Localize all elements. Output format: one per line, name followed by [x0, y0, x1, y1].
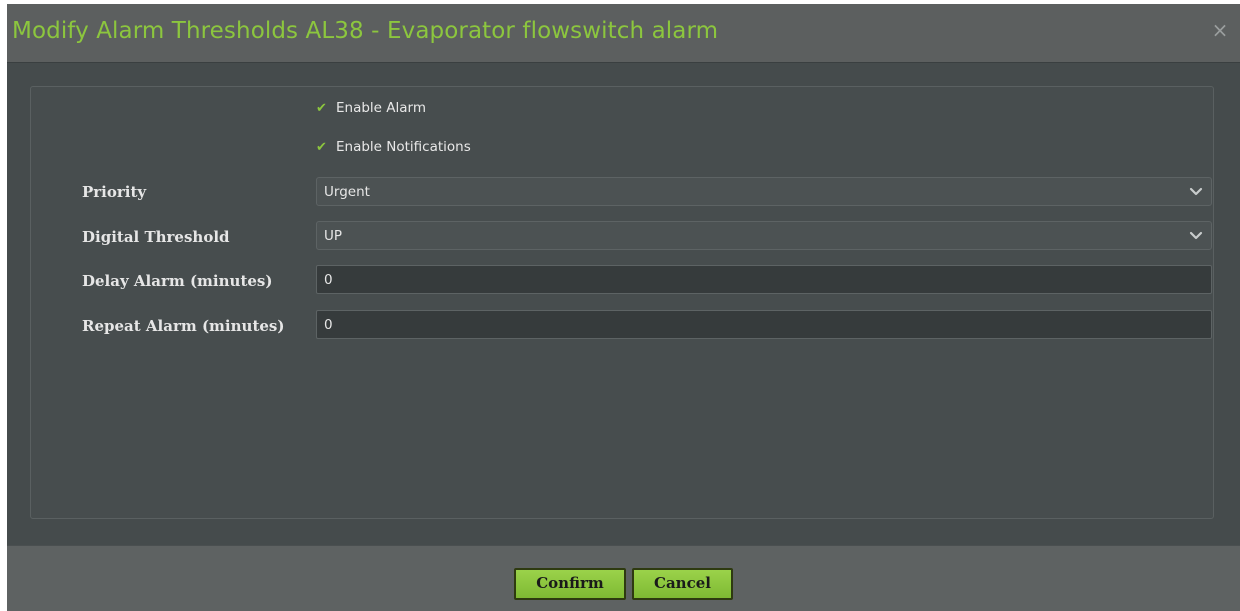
enable-alarm-label: Enable Alarm [336, 100, 426, 116]
chevron-down-icon [1189, 231, 1203, 240]
digital-threshold-select[interactable]: UP [316, 221, 1212, 250]
dialog-header: Modify Alarm Thresholds AL38 - Evaporato… [7, 4, 1240, 63]
priority-selected-value: Urgent [324, 184, 370, 200]
priority-select[interactable]: Urgent [316, 177, 1212, 206]
modify-alarm-dialog: Modify Alarm Thresholds AL38 - Evaporato… [7, 4, 1240, 611]
check-icon: ✔ [316, 100, 327, 116]
dialog-footer: Confirm Cancel [7, 545, 1240, 611]
repeat-alarm-label: Repeat Alarm (minutes) [82, 317, 285, 335]
confirm-button[interactable]: Confirm [514, 568, 626, 600]
close-icon[interactable]: × [1210, 18, 1230, 42]
repeat-alarm-input[interactable]: 0 [316, 310, 1212, 339]
digital-threshold-selected-value: UP [324, 228, 343, 244]
alarm-form-panel: ✔ Enable Alarm ✔ Enable Notifications Pr… [30, 86, 1214, 519]
repeat-alarm-value: 0 [324, 317, 333, 333]
enable-alarm-checkbox[interactable]: ✔ Enable Alarm [316, 98, 426, 118]
chevron-down-icon [1189, 187, 1203, 196]
check-icon: ✔ [316, 139, 327, 155]
dialog-body: ✔ Enable Alarm ✔ Enable Notifications Pr… [7, 63, 1240, 545]
enable-notifications-checkbox[interactable]: ✔ Enable Notifications [316, 137, 471, 157]
delay-alarm-value: 0 [324, 272, 333, 288]
priority-label: Priority [82, 183, 147, 201]
digital-threshold-label: Digital Threshold [82, 228, 230, 246]
delay-alarm-label: Delay Alarm (minutes) [82, 272, 273, 290]
delay-alarm-input[interactable]: 0 [316, 265, 1212, 294]
dialog-title: Modify Alarm Thresholds AL38 - Evaporato… [12, 18, 719, 44]
cancel-button[interactable]: Cancel [632, 568, 733, 600]
enable-notifications-label: Enable Notifications [336, 139, 471, 155]
